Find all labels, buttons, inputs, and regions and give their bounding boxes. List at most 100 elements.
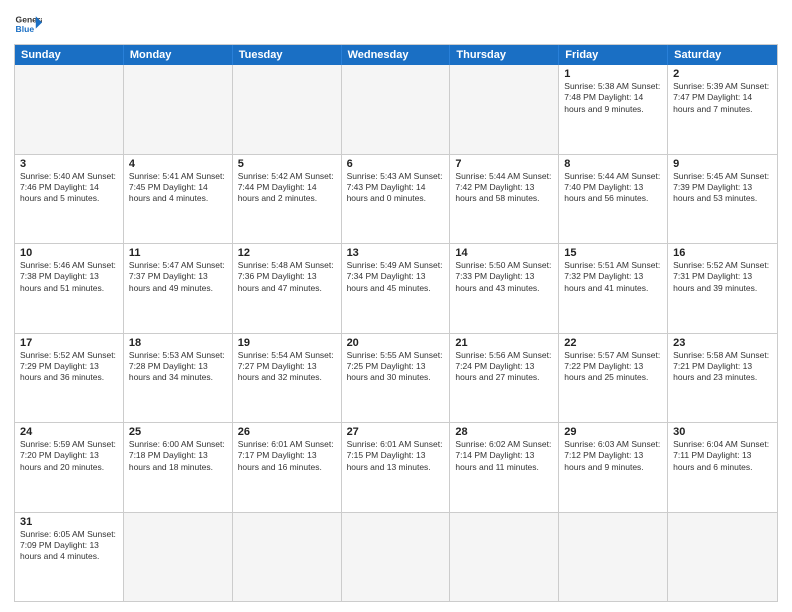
day-number: 14	[455, 247, 553, 259]
calendar-cell	[124, 65, 233, 154]
day-info: Sunrise: 5:42 AM Sunset: 7:44 PM Dayligh…	[238, 171, 336, 205]
calendar-header-saturday: Saturday	[668, 45, 777, 65]
day-info: Sunrise: 5:56 AM Sunset: 7:24 PM Dayligh…	[455, 350, 553, 384]
day-info: Sunrise: 5:51 AM Sunset: 7:32 PM Dayligh…	[564, 260, 662, 294]
day-number: 15	[564, 247, 662, 259]
day-info: Sunrise: 6:05 AM Sunset: 7:09 PM Dayligh…	[20, 529, 118, 563]
day-info: Sunrise: 5:54 AM Sunset: 7:27 PM Dayligh…	[238, 350, 336, 384]
calendar-cell: 5Sunrise: 5:42 AM Sunset: 7:44 PM Daylig…	[233, 155, 342, 244]
calendar-cell: 12Sunrise: 5:48 AM Sunset: 7:36 PM Dayli…	[233, 244, 342, 333]
calendar-cell	[342, 65, 451, 154]
calendar-header-sunday: Sunday	[15, 45, 124, 65]
calendar-cell: 18Sunrise: 5:53 AM Sunset: 7:28 PM Dayli…	[124, 334, 233, 423]
day-info: Sunrise: 5:44 AM Sunset: 7:40 PM Dayligh…	[564, 171, 662, 205]
calendar-cell: 22Sunrise: 5:57 AM Sunset: 7:22 PM Dayli…	[559, 334, 668, 423]
calendar: SundayMondayTuesdayWednesdayThursdayFrid…	[14, 44, 778, 602]
calendar-cell	[124, 513, 233, 602]
day-number: 25	[129, 426, 227, 438]
day-number: 11	[129, 247, 227, 259]
calendar-cell: 4Sunrise: 5:41 AM Sunset: 7:45 PM Daylig…	[124, 155, 233, 244]
day-info: Sunrise: 5:50 AM Sunset: 7:33 PM Dayligh…	[455, 260, 553, 294]
day-info: Sunrise: 6:03 AM Sunset: 7:12 PM Dayligh…	[564, 439, 662, 473]
calendar-header-friday: Friday	[559, 45, 668, 65]
day-number: 17	[20, 337, 118, 349]
calendar-cell: 27Sunrise: 6:01 AM Sunset: 7:15 PM Dayli…	[342, 423, 451, 512]
day-info: Sunrise: 5:48 AM Sunset: 7:36 PM Dayligh…	[238, 260, 336, 294]
calendar-cell	[342, 513, 451, 602]
calendar-row-2: 10Sunrise: 5:46 AM Sunset: 7:38 PM Dayli…	[15, 243, 777, 333]
day-number: 20	[347, 337, 445, 349]
day-number: 6	[347, 158, 445, 170]
calendar-row-5: 31Sunrise: 6:05 AM Sunset: 7:09 PM Dayli…	[15, 512, 777, 602]
day-number: 30	[673, 426, 772, 438]
day-number: 10	[20, 247, 118, 259]
calendar-cell: 26Sunrise: 6:01 AM Sunset: 7:17 PM Dayli…	[233, 423, 342, 512]
calendar-cell: 16Sunrise: 5:52 AM Sunset: 7:31 PM Dayli…	[668, 244, 777, 333]
calendar-cell: 13Sunrise: 5:49 AM Sunset: 7:34 PM Dayli…	[342, 244, 451, 333]
day-info: Sunrise: 5:46 AM Sunset: 7:38 PM Dayligh…	[20, 260, 118, 294]
calendar-cell: 29Sunrise: 6:03 AM Sunset: 7:12 PM Dayli…	[559, 423, 668, 512]
day-number: 19	[238, 337, 336, 349]
calendar-cell: 24Sunrise: 5:59 AM Sunset: 7:20 PM Dayli…	[15, 423, 124, 512]
day-number: 3	[20, 158, 118, 170]
calendar-cell	[559, 513, 668, 602]
day-number: 7	[455, 158, 553, 170]
calendar-cell: 8Sunrise: 5:44 AM Sunset: 7:40 PM Daylig…	[559, 155, 668, 244]
calendar-cell: 25Sunrise: 6:00 AM Sunset: 7:18 PM Dayli…	[124, 423, 233, 512]
day-number: 9	[673, 158, 772, 170]
day-info: Sunrise: 5:52 AM Sunset: 7:29 PM Dayligh…	[20, 350, 118, 384]
calendar-cell	[15, 65, 124, 154]
calendar-cell: 21Sunrise: 5:56 AM Sunset: 7:24 PM Dayli…	[450, 334, 559, 423]
day-number: 26	[238, 426, 336, 438]
day-number: 13	[347, 247, 445, 259]
day-number: 21	[455, 337, 553, 349]
day-info: Sunrise: 5:59 AM Sunset: 7:20 PM Dayligh…	[20, 439, 118, 473]
day-info: Sunrise: 5:47 AM Sunset: 7:37 PM Dayligh…	[129, 260, 227, 294]
calendar-cell: 3Sunrise: 5:40 AM Sunset: 7:46 PM Daylig…	[15, 155, 124, 244]
day-number: 24	[20, 426, 118, 438]
day-info: Sunrise: 5:58 AM Sunset: 7:21 PM Dayligh…	[673, 350, 772, 384]
calendar-body: 1Sunrise: 5:38 AM Sunset: 7:48 PM Daylig…	[15, 65, 777, 601]
calendar-cell	[450, 65, 559, 154]
calendar-cell: 20Sunrise: 5:55 AM Sunset: 7:25 PM Dayli…	[342, 334, 451, 423]
calendar-row-3: 17Sunrise: 5:52 AM Sunset: 7:29 PM Dayli…	[15, 333, 777, 423]
calendar-cell: 11Sunrise: 5:47 AM Sunset: 7:37 PM Dayli…	[124, 244, 233, 333]
day-info: Sunrise: 5:45 AM Sunset: 7:39 PM Dayligh…	[673, 171, 772, 205]
day-number: 4	[129, 158, 227, 170]
day-number: 16	[673, 247, 772, 259]
day-number: 8	[564, 158, 662, 170]
day-info: Sunrise: 5:52 AM Sunset: 7:31 PM Dayligh…	[673, 260, 772, 294]
day-info: Sunrise: 5:49 AM Sunset: 7:34 PM Dayligh…	[347, 260, 445, 294]
calendar-header-monday: Monday	[124, 45, 233, 65]
day-info: Sunrise: 5:43 AM Sunset: 7:43 PM Dayligh…	[347, 171, 445, 205]
calendar-cell	[450, 513, 559, 602]
calendar-header: SundayMondayTuesdayWednesdayThursdayFrid…	[15, 45, 777, 65]
day-number: 23	[673, 337, 772, 349]
calendar-cell	[233, 513, 342, 602]
day-number: 12	[238, 247, 336, 259]
day-info: Sunrise: 6:01 AM Sunset: 7:17 PM Dayligh…	[238, 439, 336, 473]
day-info: Sunrise: 5:38 AM Sunset: 7:48 PM Dayligh…	[564, 81, 662, 115]
day-info: Sunrise: 5:44 AM Sunset: 7:42 PM Dayligh…	[455, 171, 553, 205]
day-number: 5	[238, 158, 336, 170]
day-info: Sunrise: 5:41 AM Sunset: 7:45 PM Dayligh…	[129, 171, 227, 205]
calendar-cell: 31Sunrise: 6:05 AM Sunset: 7:09 PM Dayli…	[15, 513, 124, 602]
calendar-cell: 15Sunrise: 5:51 AM Sunset: 7:32 PM Dayli…	[559, 244, 668, 333]
calendar-cell: 7Sunrise: 5:44 AM Sunset: 7:42 PM Daylig…	[450, 155, 559, 244]
calendar-header-thursday: Thursday	[450, 45, 559, 65]
calendar-cell: 1Sunrise: 5:38 AM Sunset: 7:48 PM Daylig…	[559, 65, 668, 154]
calendar-cell: 19Sunrise: 5:54 AM Sunset: 7:27 PM Dayli…	[233, 334, 342, 423]
calendar-header-tuesday: Tuesday	[233, 45, 342, 65]
logo-icon: General Blue	[14, 10, 42, 38]
day-info: Sunrise: 5:39 AM Sunset: 7:47 PM Dayligh…	[673, 81, 772, 115]
calendar-row-4: 24Sunrise: 5:59 AM Sunset: 7:20 PM Dayli…	[15, 422, 777, 512]
day-number: 28	[455, 426, 553, 438]
svg-text:Blue: Blue	[16, 24, 35, 34]
calendar-cell	[668, 513, 777, 602]
day-info: Sunrise: 6:04 AM Sunset: 7:11 PM Dayligh…	[673, 439, 772, 473]
day-info: Sunrise: 6:01 AM Sunset: 7:15 PM Dayligh…	[347, 439, 445, 473]
day-info: Sunrise: 5:53 AM Sunset: 7:28 PM Dayligh…	[129, 350, 227, 384]
day-number: 29	[564, 426, 662, 438]
calendar-row-1: 3Sunrise: 5:40 AM Sunset: 7:46 PM Daylig…	[15, 154, 777, 244]
calendar-cell: 10Sunrise: 5:46 AM Sunset: 7:38 PM Dayli…	[15, 244, 124, 333]
